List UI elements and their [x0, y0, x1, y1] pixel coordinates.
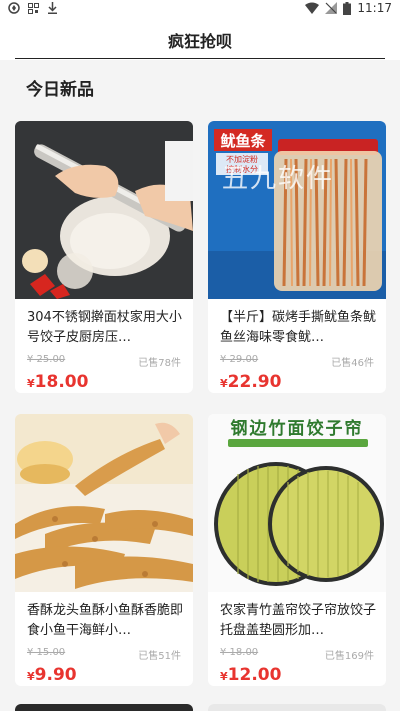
currency-symbol: ¥	[27, 670, 35, 683]
status-right-icons: 11:17	[305, 1, 392, 15]
sold-count: 已售169件	[324, 651, 374, 662]
original-price: ¥ 18.00	[220, 647, 259, 658]
current-price: ¥22.90	[220, 372, 281, 392]
original-price: ¥ 29.00	[220, 354, 259, 365]
sold-count: 已售78件	[138, 358, 181, 369]
signal-icon	[325, 2, 338, 14]
original-price: ¥ 25.00	[27, 354, 66, 365]
product-image-squid: 鱿鱼条 不加淀粉 控制水分	[208, 121, 386, 299]
watermark: 丑九软件	[222, 164, 335, 194]
title-bar: 疯狂抢呗	[0, 18, 400, 60]
product-card[interactable]: 香酥龙头鱼酥小鱼酥香脆即食小鱼干海鲜小… ¥ 15.00 已售51件 ¥9.90	[15, 414, 193, 686]
product-card-partial[interactable]	[15, 704, 193, 711]
status-time: 11:17	[357, 1, 392, 15]
status-left-icons	[8, 2, 58, 14]
product-name: 农家青竹盖帘饺子帘放饺子托盘盖垫圆形加…	[220, 603, 376, 638]
currency-symbol: ¥	[27, 377, 35, 390]
qr-icon	[28, 2, 39, 14]
product-card[interactable]: 钢边竹面饺子帘 农家青竹盖帘饺子帘放饺子托盘盖垫圆形加… ¥ 18.00 已售1…	[208, 414, 386, 686]
product-name: 香酥龙头鱼酥小鱼酥香脆即食小鱼干海鲜小…	[27, 603, 183, 638]
original-price: ¥ 15.00	[27, 647, 66, 658]
sold-count: 已售46件	[331, 358, 374, 369]
product-image-fried-fish	[15, 414, 193, 592]
status-bar: 11:17	[0, 0, 400, 18]
price-value: 18.00	[34, 372, 89, 392]
product-image-rolling-pin	[15, 121, 193, 299]
sold-count: 已售51件	[138, 651, 181, 662]
current-price: ¥9.90	[27, 665, 77, 685]
squid-banner-text: 鱿鱼条	[220, 132, 266, 150]
product-image-partial	[15, 704, 193, 711]
currency-symbol: ¥	[220, 670, 228, 683]
product-card-partial[interactable]	[208, 704, 386, 711]
currency-symbol: ¥	[220, 377, 228, 390]
product-name: 304不锈钢擀面杖家用大小号饺子皮厨房压…	[27, 310, 182, 345]
price-value: 9.90	[34, 665, 77, 685]
bamboo-banner-text: 钢边竹面饺子帘	[231, 418, 364, 439]
download-icon	[48, 2, 57, 14]
wifi-icon	[305, 2, 320, 14]
product-image-partial	[208, 704, 386, 711]
product-image-bamboo-mat: 钢边竹面饺子帘	[208, 414, 386, 592]
current-price: ¥12.00	[220, 665, 281, 685]
product-name: 【半斤】碳烤手撕鱿鱼条鱿鱼丝海味零食鱿…	[220, 310, 376, 345]
title-divider	[15, 58, 385, 59]
page-title: 疯狂抢呗	[167, 32, 232, 51]
product-card[interactable]: 304不锈钢擀面杖家用大小号饺子皮厨房压… ¥ 25.00 已售78件 ¥18.…	[15, 121, 193, 393]
section-title: 今日新品	[26, 80, 94, 100]
price-value: 12.00	[227, 665, 282, 685]
battery-icon	[343, 1, 352, 15]
price-value: 22.90	[227, 372, 282, 392]
current-price: ¥18.00	[27, 372, 88, 392]
app-icon	[8, 2, 20, 14]
